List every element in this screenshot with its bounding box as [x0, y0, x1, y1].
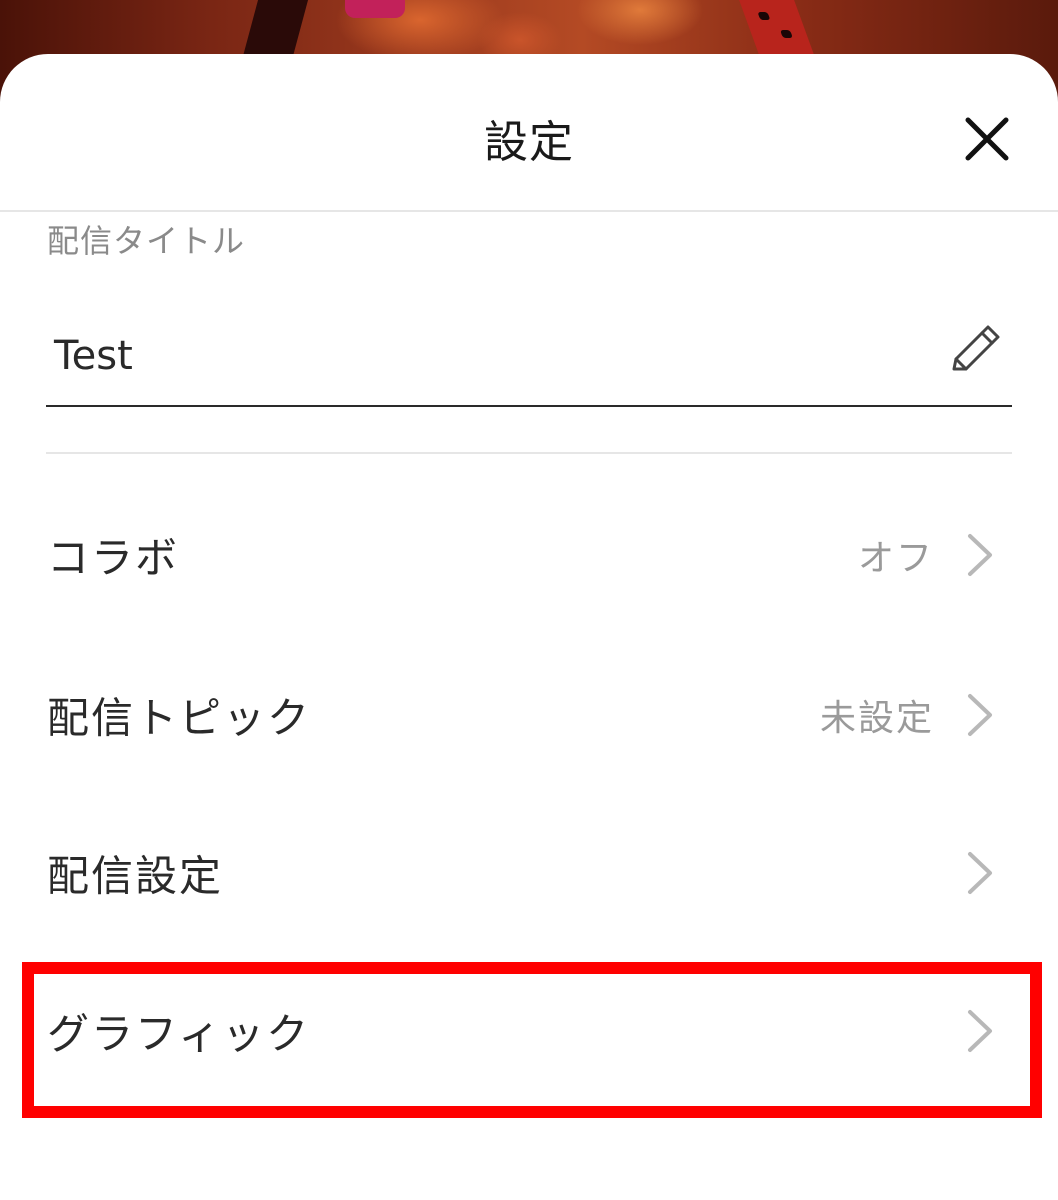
section-divider	[46, 452, 1012, 454]
menu-item-stream-settings[interactable]: 配信設定	[0, 794, 1058, 952]
menu-item-collab[interactable]: コラボ オフ	[0, 476, 1058, 634]
stream-title-value: Test	[54, 333, 133, 379]
close-icon	[965, 117, 1009, 161]
menu-item-value: オフ	[857, 538, 934, 579]
edit-title-button[interactable]	[944, 319, 1006, 381]
chevron-right-icon	[962, 848, 998, 898]
stream-title-label: 配信タイトル	[47, 222, 246, 260]
chevron-right-icon	[962, 690, 998, 740]
chevron-right-icon	[962, 1006, 998, 1056]
menu-item-label: コラボ	[47, 533, 180, 583]
menu-item-topic[interactable]: 配信トピック 未設定	[0, 636, 1058, 794]
pencil-icon	[952, 325, 1000, 371]
menu-item-label: 配信設定	[47, 851, 224, 901]
menu-item-label: 配信トピック	[47, 693, 312, 743]
close-button[interactable]	[950, 102, 1024, 176]
stream-title-field[interactable]: Test	[46, 315, 1012, 407]
sheet-header: 設定	[0, 54, 1058, 212]
menu-item-label: グラフィック	[47, 1009, 311, 1059]
chevron-right-icon	[962, 530, 998, 580]
menu-item-graphics[interactable]: グラフィック	[0, 952, 1058, 1110]
menu-item-value: 未設定	[819, 698, 934, 739]
sheet-title: 設定	[484, 117, 574, 168]
